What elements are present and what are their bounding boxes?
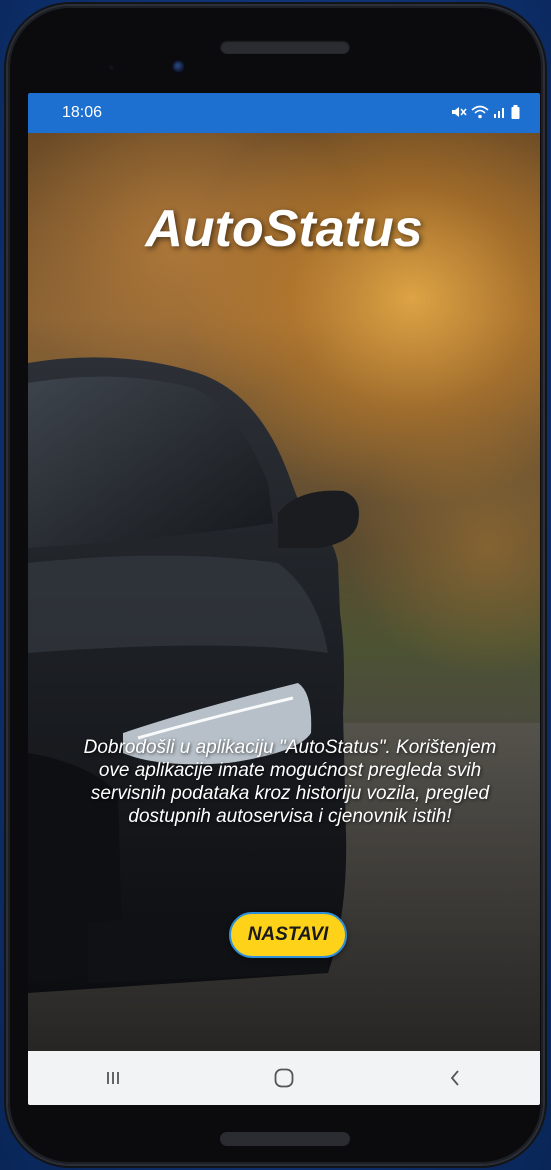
phone-frame: 18:06 AutoStatus Dobrodošli u aplikaciju… — [8, 6, 543, 1164]
back-button[interactable] — [425, 1058, 485, 1098]
wifi-icon — [471, 105, 489, 119]
recent-apps-button[interactable] — [83, 1058, 143, 1098]
bottom-speaker — [220, 1132, 350, 1146]
status-bar: 18:06 — [28, 93, 540, 133]
home-button[interactable] — [254, 1058, 314, 1098]
status-time: 18:06 — [62, 104, 103, 121]
front-camera — [172, 60, 186, 74]
status-icons — [451, 105, 520, 119]
back-icon — [450, 1070, 459, 1086]
navigation-bar — [28, 1051, 540, 1105]
earpiece-speaker — [220, 40, 350, 54]
intro-text: Dobrodošli u aplikaciju "AutoStatus". Ko… — [83, 737, 497, 827]
battery-icon — [511, 105, 520, 119]
mute-icon — [452, 107, 467, 117]
signal-icon — [494, 108, 504, 118]
recent-apps-icon — [107, 1072, 120, 1084]
app-screen: 18:06 AutoStatus Dobrodošli u aplikaciju… — [28, 93, 540, 1105]
app-title: AutoStatus — [145, 200, 423, 258]
proximity-sensor — [108, 64, 115, 71]
continue-button[interactable]: NASTAVI — [229, 912, 347, 958]
home-icon — [274, 1068, 294, 1088]
